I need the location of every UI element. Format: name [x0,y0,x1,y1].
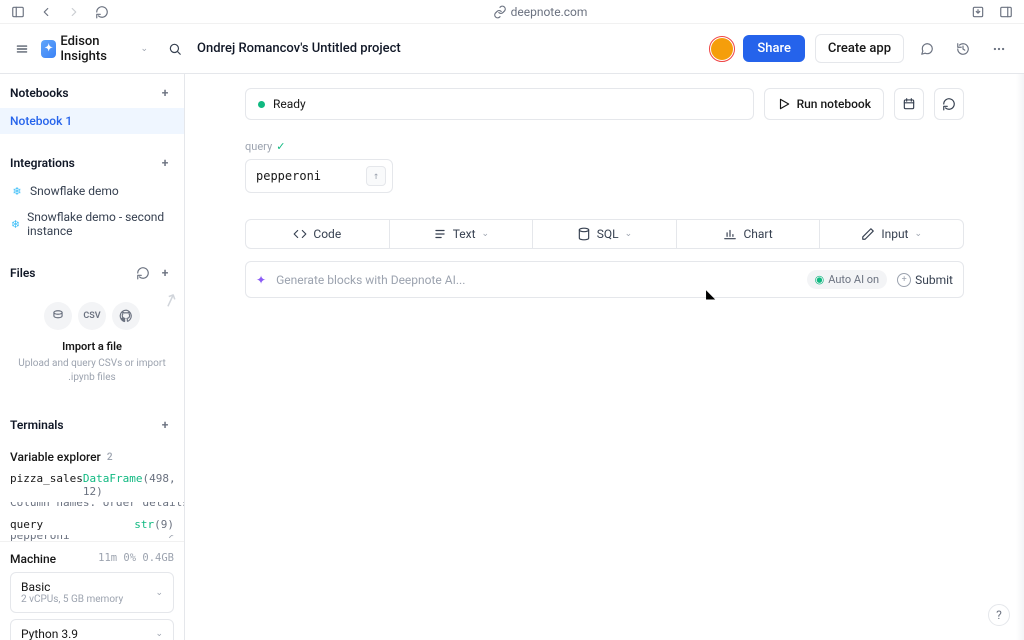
input-block-label: query ✓ [245,140,964,153]
history-icon[interactable] [950,36,976,62]
notebooks-header: Notebooks + [0,74,184,108]
chevron-down-icon: ⌄ [625,229,633,239]
variable-columns: Column names: order_details_id, o… ↗ [0,502,184,508]
integrations-header: Integrations + [0,144,184,178]
csv-icon: CSV [78,302,106,330]
ai-prompt-input[interactable]: Generate blocks with Deepnote AI... [276,273,797,287]
help-button[interactable]: ? [988,604,1010,626]
link-icon [493,5,507,19]
text-icon [433,227,447,241]
schedule-icon[interactable] [894,88,924,120]
project-title[interactable]: Ondrej Romancov's Untitled project [185,41,711,56]
machine-panel: Machine 11m 0% 0.4GB Basic 2 vCPUs, 5 GB… [0,541,184,640]
import-file-title: Import a file [10,340,174,353]
sidebar: Notebooks + Notebook 1 Integrations + ❄ … [0,74,185,640]
scrollbar[interactable] [1016,74,1024,640]
reload-icon[interactable] [92,2,112,22]
files-header: Files + [0,254,184,288]
address-bar[interactable]: deepnote.com [120,5,960,19]
create-app-button[interactable]: Create app [815,34,904,63]
hamburger-icon[interactable] [12,37,33,61]
add-terminal-button[interactable]: + [156,416,174,434]
snowflake-icon: ❄ [10,184,24,198]
environment-select[interactable]: Python 3.9 ⌄ [10,619,174,640]
add-input-block[interactable]: Input⌄ [820,220,963,248]
add-text-block[interactable]: Text⌄ [390,220,534,248]
app-header: ✦ Edison Insights ⌄ Ondrej Romancov's Un… [0,24,1024,74]
chevron-down-icon: ⌄ [155,588,163,598]
pencil-icon [861,227,875,241]
sparkle-icon: ✦ [256,273,266,287]
postgres-icon [44,302,72,330]
add-file-button[interactable]: + [156,264,174,282]
github-icon [112,302,140,330]
add-chart-block[interactable]: Chart [677,220,821,248]
add-code-block[interactable]: Code [246,220,390,248]
notebook-canvas: Ready Run notebook query ✓ pepperoni ↑ C… [185,74,1024,640]
sidebar-item-integration[interactable]: ❄ Snowflake demo - second instance [0,204,184,244]
variable-row[interactable]: query str(9) [0,514,184,535]
code-icon [293,227,307,241]
snowflake-icon: ❄ [10,217,21,231]
plus-circle-icon: + [897,273,911,287]
downloads-icon[interactable] [968,2,988,22]
sidebar-item-notebook[interactable]: Notebook 1 [0,108,184,134]
terminals-header: Terminals + [0,406,184,440]
submit-ai-button[interactable]: + Submit [897,273,953,287]
machine-tier-select[interactable]: Basic 2 vCPUs, 5 GB memory ⌄ [10,572,174,613]
play-icon [777,97,791,111]
external-link-icon[interactable]: ↗ [168,535,174,541]
workspace-logo-icon: ✦ [41,40,56,58]
add-notebook-button[interactable]: + [156,84,174,102]
back-icon[interactable] [36,2,56,22]
sidebar-item-integration[interactable]: ❄ Snowflake demo [0,178,184,204]
query-input[interactable]: pepperoni ↑ [245,159,393,193]
ai-prompt-row: ✦ Generate blocks with Deepnote AI... ◉ … [245,261,964,298]
avatar[interactable] [711,38,733,60]
add-sql-block[interactable]: SQL⌄ [533,220,677,248]
add-block-toolbar: Code Text⌄ SQL⌄ Chart Input⌄ [245,219,964,249]
bolt-icon: ◉ [815,273,825,286]
variable-row[interactable]: pizza_sales DataFrame(498, 12) [0,468,184,502]
status-dot-icon [258,101,265,108]
chevron-down-icon: ⌄ [155,629,163,639]
chevron-down-icon: ⌄ [914,229,922,239]
submit-input-button[interactable]: ↑ [366,166,386,186]
files-dropzone[interactable]: ↗ CSV Import a file Upload and query CSV… [0,288,184,400]
refresh-files-button[interactable] [134,264,152,282]
browser-toolbar: deepnote.com [0,0,1024,24]
chevron-down-icon: ⌄ [140,44,148,54]
sidebar-toggle-icon[interactable] [8,2,28,22]
chart-icon [723,227,737,241]
database-icon [577,227,591,241]
run-notebook-button[interactable]: Run notebook [764,88,884,120]
more-icon[interactable] [986,36,1012,62]
panel-toggle-icon[interactable] [996,2,1016,22]
variable-explorer-header[interactable]: Variable explorer 2 [0,440,184,468]
kernel-status[interactable]: Ready [245,88,754,120]
search-icon[interactable] [164,37,185,61]
auto-ai-toggle[interactable]: ◉ Auto AI on [807,270,888,289]
share-button[interactable]: Share [743,35,805,62]
workspace-switcher[interactable]: ✦ Edison Insights ⌄ [41,34,148,64]
add-integration-button[interactable]: + [156,154,174,172]
forward-icon [64,2,84,22]
import-file-subtitle: Upload and query CSVs or import .ipynb f… [10,357,174,384]
chevron-down-icon: ⌄ [482,229,490,239]
comments-icon[interactable] [914,36,940,62]
check-icon: ✓ [276,140,285,153]
restart-kernel-icon[interactable] [934,88,964,120]
